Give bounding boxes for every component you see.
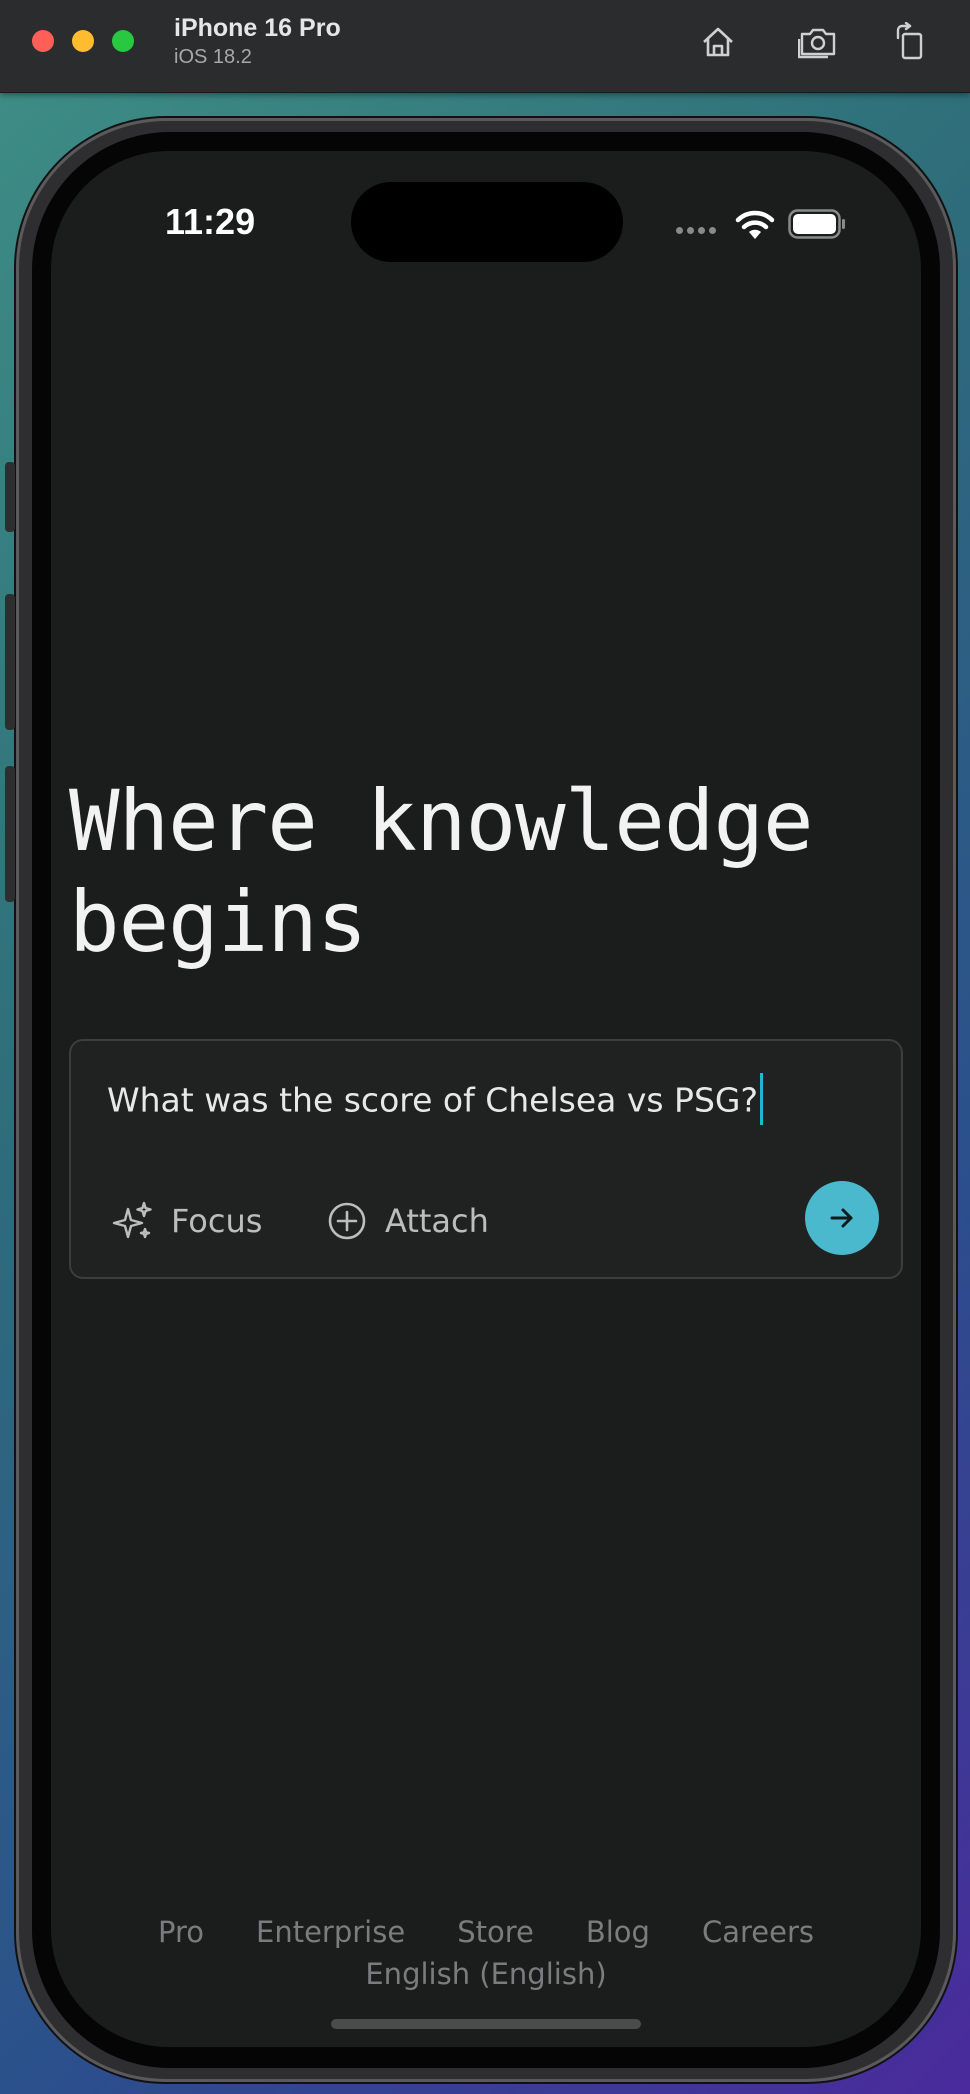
wifi-icon: [735, 210, 775, 239]
attach-button[interactable]: Attach: [325, 1199, 489, 1243]
footer-link-careers[interactable]: Careers: [702, 1915, 814, 1949]
phone-screen: 11:29 Where knowledge begins What was th…: [51, 151, 921, 2047]
action-button: [5, 462, 15, 532]
search-query-text: What was the score of Chelsea vs PSG?: [107, 1080, 758, 1120]
screenshot-icon[interactable]: [794, 18, 842, 66]
search-input[interactable]: What was the score of Chelsea vs PSG?: [107, 1073, 763, 1125]
attach-label: Attach: [385, 1202, 489, 1240]
text-caret: [759, 1073, 763, 1125]
os-version: iOS 18.2: [174, 46, 252, 68]
hero-line-2: begins: [69, 873, 367, 971]
close-window-button[interactable]: [32, 30, 54, 52]
simulator-title-bar: iPhone 16 Pro iOS 18.2: [0, 0, 970, 93]
focus-button[interactable]: Focus: [111, 1199, 262, 1243]
dynamic-island: [351, 182, 623, 262]
status-time: 11:29: [165, 201, 256, 242]
hero-line-1: Where knowledge: [69, 772, 814, 870]
plus-circle-icon: [328, 1202, 366, 1240]
hero-headline: Where knowledge begins: [69, 771, 909, 973]
footer-link-store[interactable]: Store: [457, 1915, 534, 1949]
footer-link-blog[interactable]: Blog: [586, 1915, 650, 1949]
sparkle-icon: [112, 1201, 152, 1239]
device-name: iPhone 16 Pro: [174, 14, 341, 42]
rotate-icon[interactable]: [886, 18, 934, 66]
footer-links: Pro Enterprise Store Blog Careers: [51, 1915, 921, 1949]
footer-link-pro[interactable]: Pro: [158, 1915, 204, 1949]
arrow-right-icon: [830, 1208, 853, 1228]
battery-icon: [788, 209, 845, 239]
language-selector[interactable]: English (English): [51, 1957, 921, 1991]
home-icon[interactable]: [694, 18, 742, 66]
search-box[interactable]: What was the score of Chelsea vs PSG? Fo…: [69, 1039, 903, 1279]
footer-link-enterprise[interactable]: Enterprise: [256, 1915, 405, 1949]
cellular-dots-icon: [676, 227, 716, 234]
focus-label: Focus: [171, 1202, 263, 1240]
minimize-window-button[interactable]: [72, 30, 94, 52]
volume-down-button: [5, 766, 15, 902]
volume-up-button: [5, 594, 15, 730]
submit-button[interactable]: [805, 1181, 879, 1255]
home-indicator[interactable]: [331, 2019, 641, 2029]
zoom-window-button[interactable]: [112, 30, 134, 52]
